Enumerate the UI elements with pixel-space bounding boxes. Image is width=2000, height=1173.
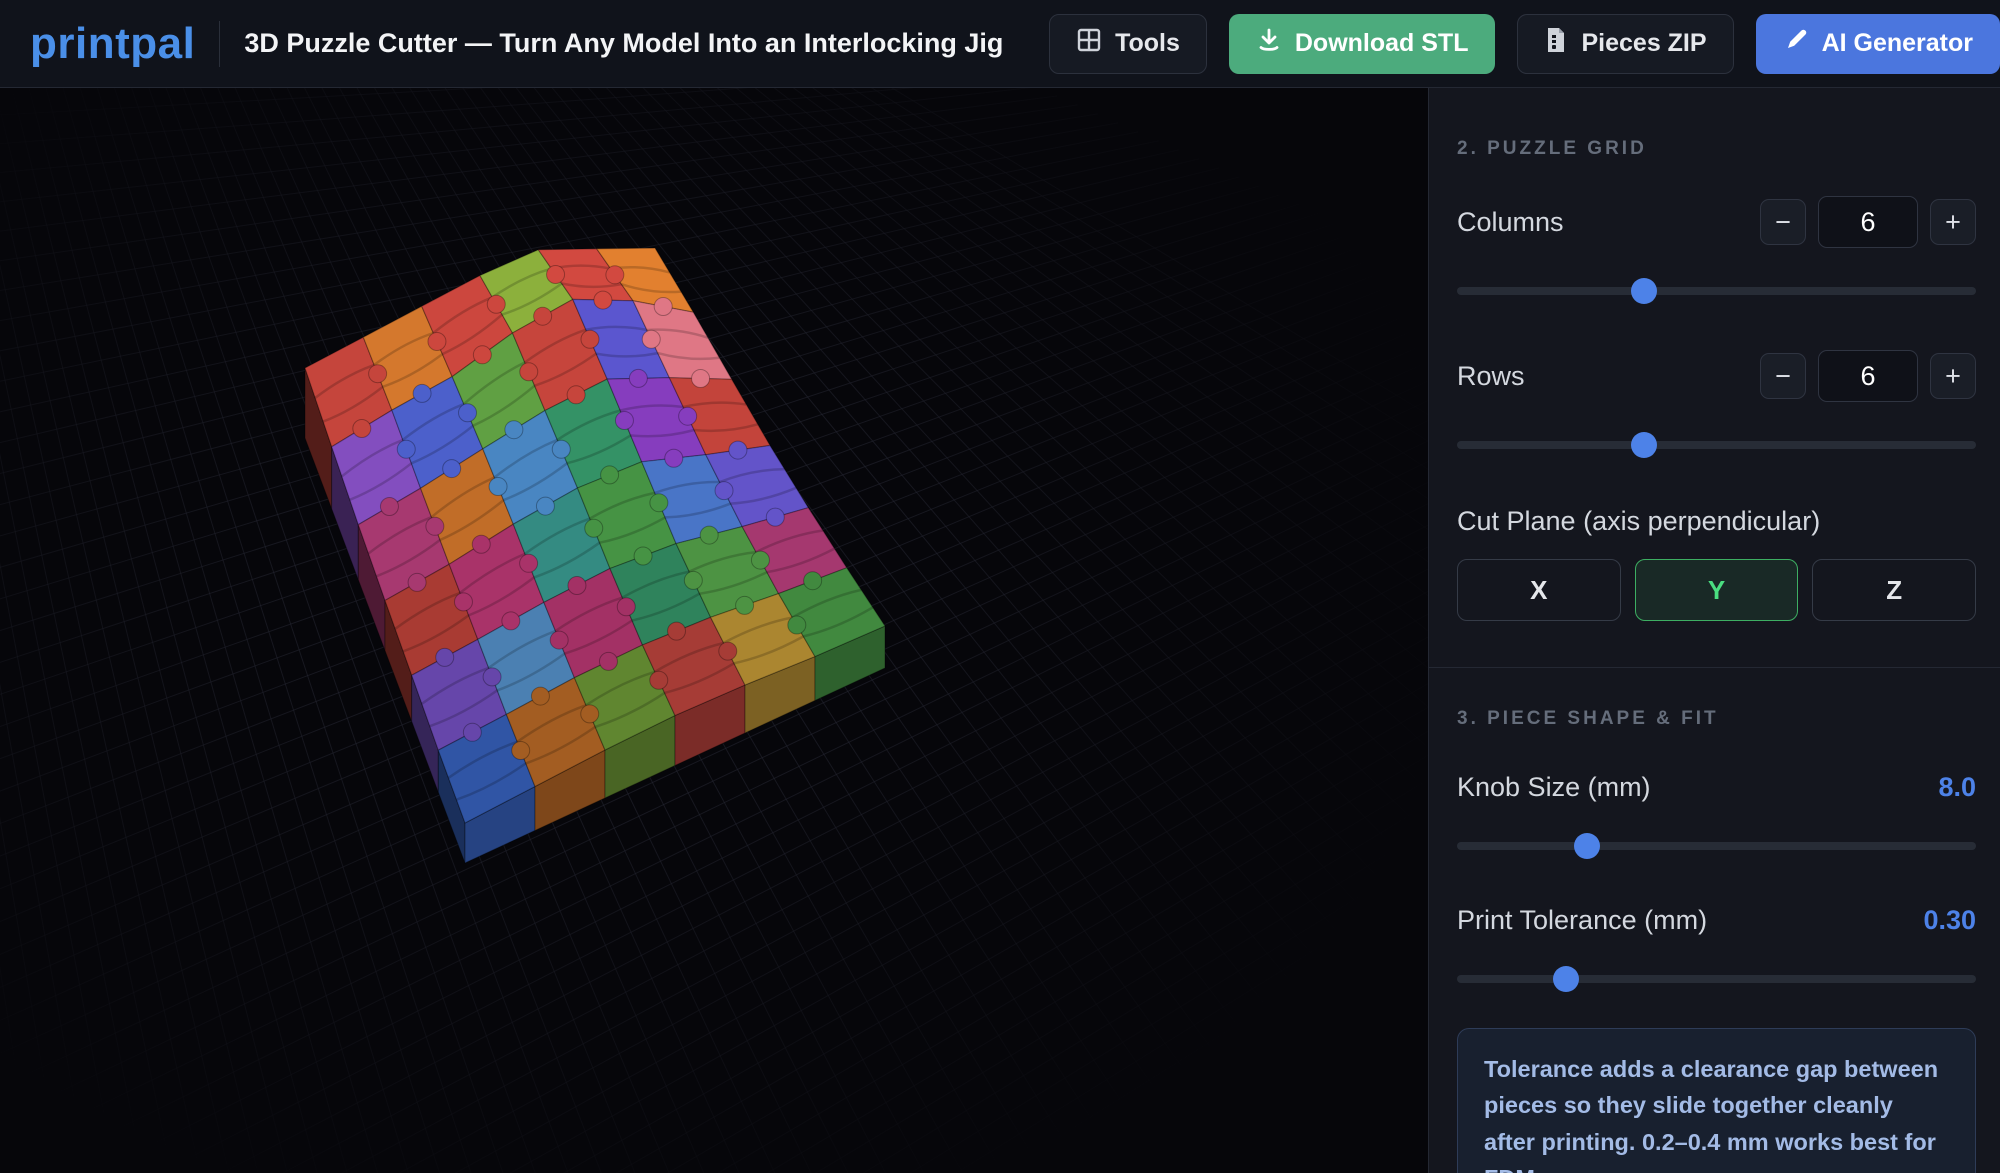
columns-stepper: − 6 + — [1760, 196, 1976, 248]
rows-slider[interactable] — [1457, 432, 1976, 458]
columns-decrement-button[interactable]: − — [1760, 199, 1806, 245]
knob-size-label: Knob Size (mm) — [1457, 772, 1651, 803]
print-tolerance-row: Print Tolerance (mm) 0.30 — [1457, 905, 1976, 936]
knob-size-slider-track[interactable] — [1457, 842, 1976, 850]
columns-increment-button[interactable]: + — [1930, 199, 1976, 245]
settings-sidebar: 2. PUZZLE GRID Columns − 6 + Rows − 6 + — [1428, 88, 2000, 1173]
page-title: 3D Puzzle Cutter — Turn Any Model Into a… — [244, 28, 1003, 59]
print-tolerance-label: Print Tolerance (mm) — [1457, 905, 1707, 936]
tools-button-label: Tools — [1115, 29, 1180, 58]
app-window: printpal 3D Puzzle Cutter — Turn Any Mod… — [0, 0, 2000, 1173]
grid-icon — [1076, 27, 1102, 60]
tools-button[interactable]: Tools — [1049, 14, 1207, 74]
axis-y-button[interactable]: Y — [1635, 559, 1799, 621]
columns-slider-track[interactable] — [1457, 287, 1976, 295]
knob-size-slider-thumb[interactable] — [1574, 833, 1600, 859]
tolerance-info-note: Tolerance adds a clearance gap between p… — [1457, 1028, 1976, 1173]
download-stl-button[interactable]: Download STL — [1229, 14, 1496, 74]
columns-label: Columns — [1457, 207, 1564, 238]
rows-increment-button[interactable]: + — [1930, 353, 1976, 399]
print-tolerance-slider[interactable] — [1457, 966, 1976, 992]
header-divider — [219, 21, 220, 67]
pieces-zip-button[interactable]: Pieces ZIP — [1517, 14, 1733, 74]
zip-file-icon — [1544, 26, 1568, 61]
rows-value[interactable]: 6 — [1818, 350, 1918, 402]
columns-slider[interactable] — [1457, 278, 1976, 304]
rows-slider-thumb[interactable] — [1631, 432, 1657, 458]
knob-size-row: Knob Size (mm) 8.0 — [1457, 772, 1976, 803]
cut-plane-axis-group: X Y Z — [1457, 559, 1976, 621]
download-stl-label: Download STL — [1295, 29, 1469, 58]
pen-icon — [1783, 27, 1809, 60]
rows-slider-track[interactable] — [1457, 441, 1976, 449]
print-tolerance-slider-track[interactable] — [1457, 975, 1976, 983]
columns-value[interactable]: 6 — [1818, 196, 1918, 248]
knob-size-slider[interactable] — [1457, 833, 1976, 859]
axis-z-button[interactable]: Z — [1812, 559, 1976, 621]
columns-row: Columns − 6 + — [1457, 196, 1976, 248]
pieces-zip-label: Pieces ZIP — [1581, 29, 1706, 58]
section-title-piece-shape: 3. PIECE SHAPE & FIT — [1457, 708, 1976, 730]
header-bar: printpal 3D Puzzle Cutter — Turn Any Mod… — [0, 0, 2000, 88]
cut-plane-label: Cut Plane (axis perpendicular) — [1457, 506, 1976, 537]
rows-stepper: − 6 + — [1760, 350, 1976, 402]
print-tolerance-value: 0.30 — [1923, 905, 1976, 936]
section-divider — [1429, 667, 2000, 668]
print-tolerance-slider-thumb[interactable] — [1553, 966, 1579, 992]
puzzle-model-render[interactable] — [0, 88, 1428, 1173]
ai-generator-button[interactable]: AI Generator — [1756, 14, 2000, 74]
ai-generator-label: AI Generator — [1822, 29, 1973, 58]
section-title-puzzle-grid: 2. PUZZLE GRID — [1457, 138, 1976, 160]
main-area: 2. PUZZLE GRID Columns − 6 + Rows − 6 + — [0, 88, 2000, 1173]
axis-x-button[interactable]: X — [1457, 559, 1621, 621]
columns-slider-thumb[interactable] — [1631, 278, 1657, 304]
rows-row: Rows − 6 + — [1457, 350, 1976, 402]
app-logo[interactable]: printpal — [30, 19, 195, 69]
3d-viewport[interactable] — [0, 88, 1428, 1173]
rows-decrement-button[interactable]: − — [1760, 353, 1806, 399]
download-icon — [1256, 27, 1282, 60]
rows-label: Rows — [1457, 361, 1525, 392]
knob-size-value: 8.0 — [1938, 772, 1976, 803]
